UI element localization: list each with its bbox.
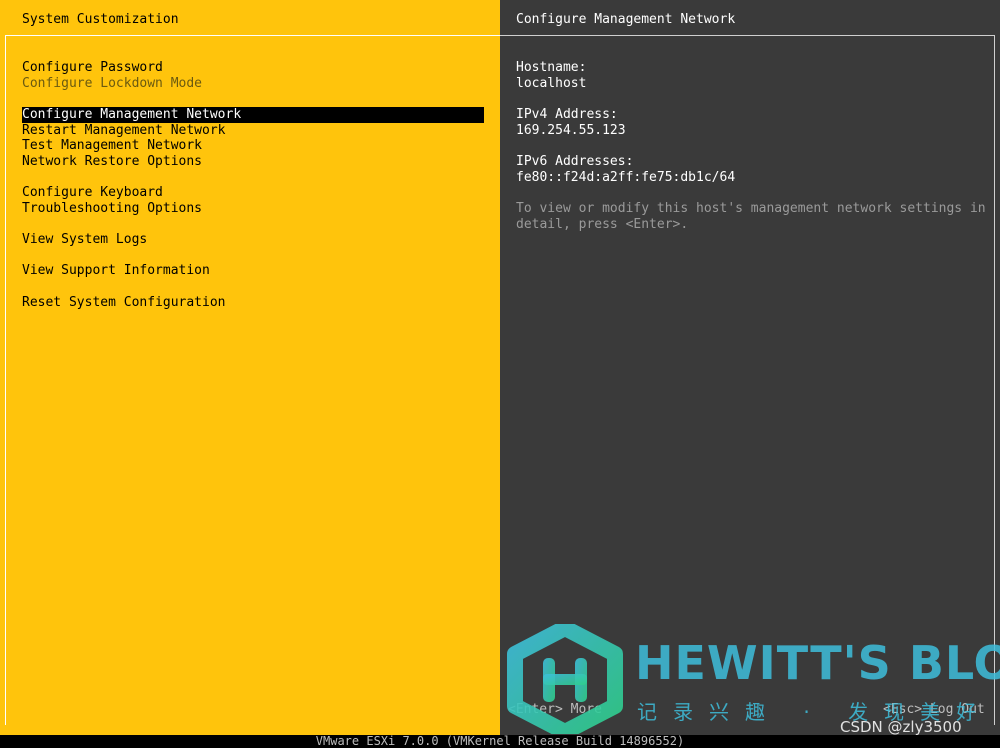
- right-pane-divider: [500, 35, 995, 36]
- right-pane-border: [994, 35, 995, 725]
- hostname-label: Hostname:: [516, 60, 587, 75]
- left-pane-divider: [5, 35, 500, 36]
- ipv4-label: IPv4 Address:: [516, 107, 618, 122]
- right-pane-title: Configure Management Network: [516, 12, 736, 27]
- status-bar: VMware ESXi 7.0.0 (VMKernel Release Buil…: [0, 735, 1000, 748]
- menu-item-configure-keyboard[interactable]: Configure Keyboard: [22, 185, 484, 201]
- management-network-details-pane: Configure Management Network Hostname: l…: [500, 0, 1000, 735]
- left-pane-title: System Customization: [22, 12, 179, 27]
- menu-item-configure-password[interactable]: Configure Password: [22, 60, 484, 76]
- ipv4-value: 169.254.55.123: [516, 123, 626, 138]
- ipv6-label: IPv6 Addresses:: [516, 154, 634, 169]
- menu-item-reset-system-configuration[interactable]: Reset System Configuration: [22, 295, 484, 311]
- menu-item-configure-management-network[interactable]: Configure Management Network: [22, 107, 484, 123]
- menu-item-network-restore-options[interactable]: Network Restore Options: [22, 154, 484, 170]
- ipv6-value: fe80::f24d:a2ff:fe75:db1c/64: [516, 170, 736, 185]
- enter-more-hint[interactable]: <Enter> More: [508, 702, 602, 718]
- menu-item-configure-lockdown-mode[interactable]: Configure Lockdown Mode: [22, 76, 484, 92]
- system-customization-pane: System Customization Configure Password …: [0, 0, 500, 735]
- esc-log-out-hint[interactable]: <Esc> Log Out: [883, 702, 985, 718]
- menu-item-restart-management-network[interactable]: Restart Management Network: [22, 123, 484, 139]
- description-text: To view or modify this host's management…: [516, 201, 986, 232]
- hostname-value: localhost: [516, 76, 587, 91]
- menu-item-view-support-information[interactable]: View Support Information: [22, 263, 484, 279]
- menu-item-view-system-logs[interactable]: View System Logs: [22, 232, 484, 248]
- esxi-dcui-screen: System Customization Configure Password …: [0, 0, 1000, 748]
- menu-item-troubleshooting-options[interactable]: Troubleshooting Options: [22, 201, 484, 217]
- menu-item-test-management-network[interactable]: Test Management Network: [22, 138, 484, 154]
- left-pane-border: [5, 35, 6, 725]
